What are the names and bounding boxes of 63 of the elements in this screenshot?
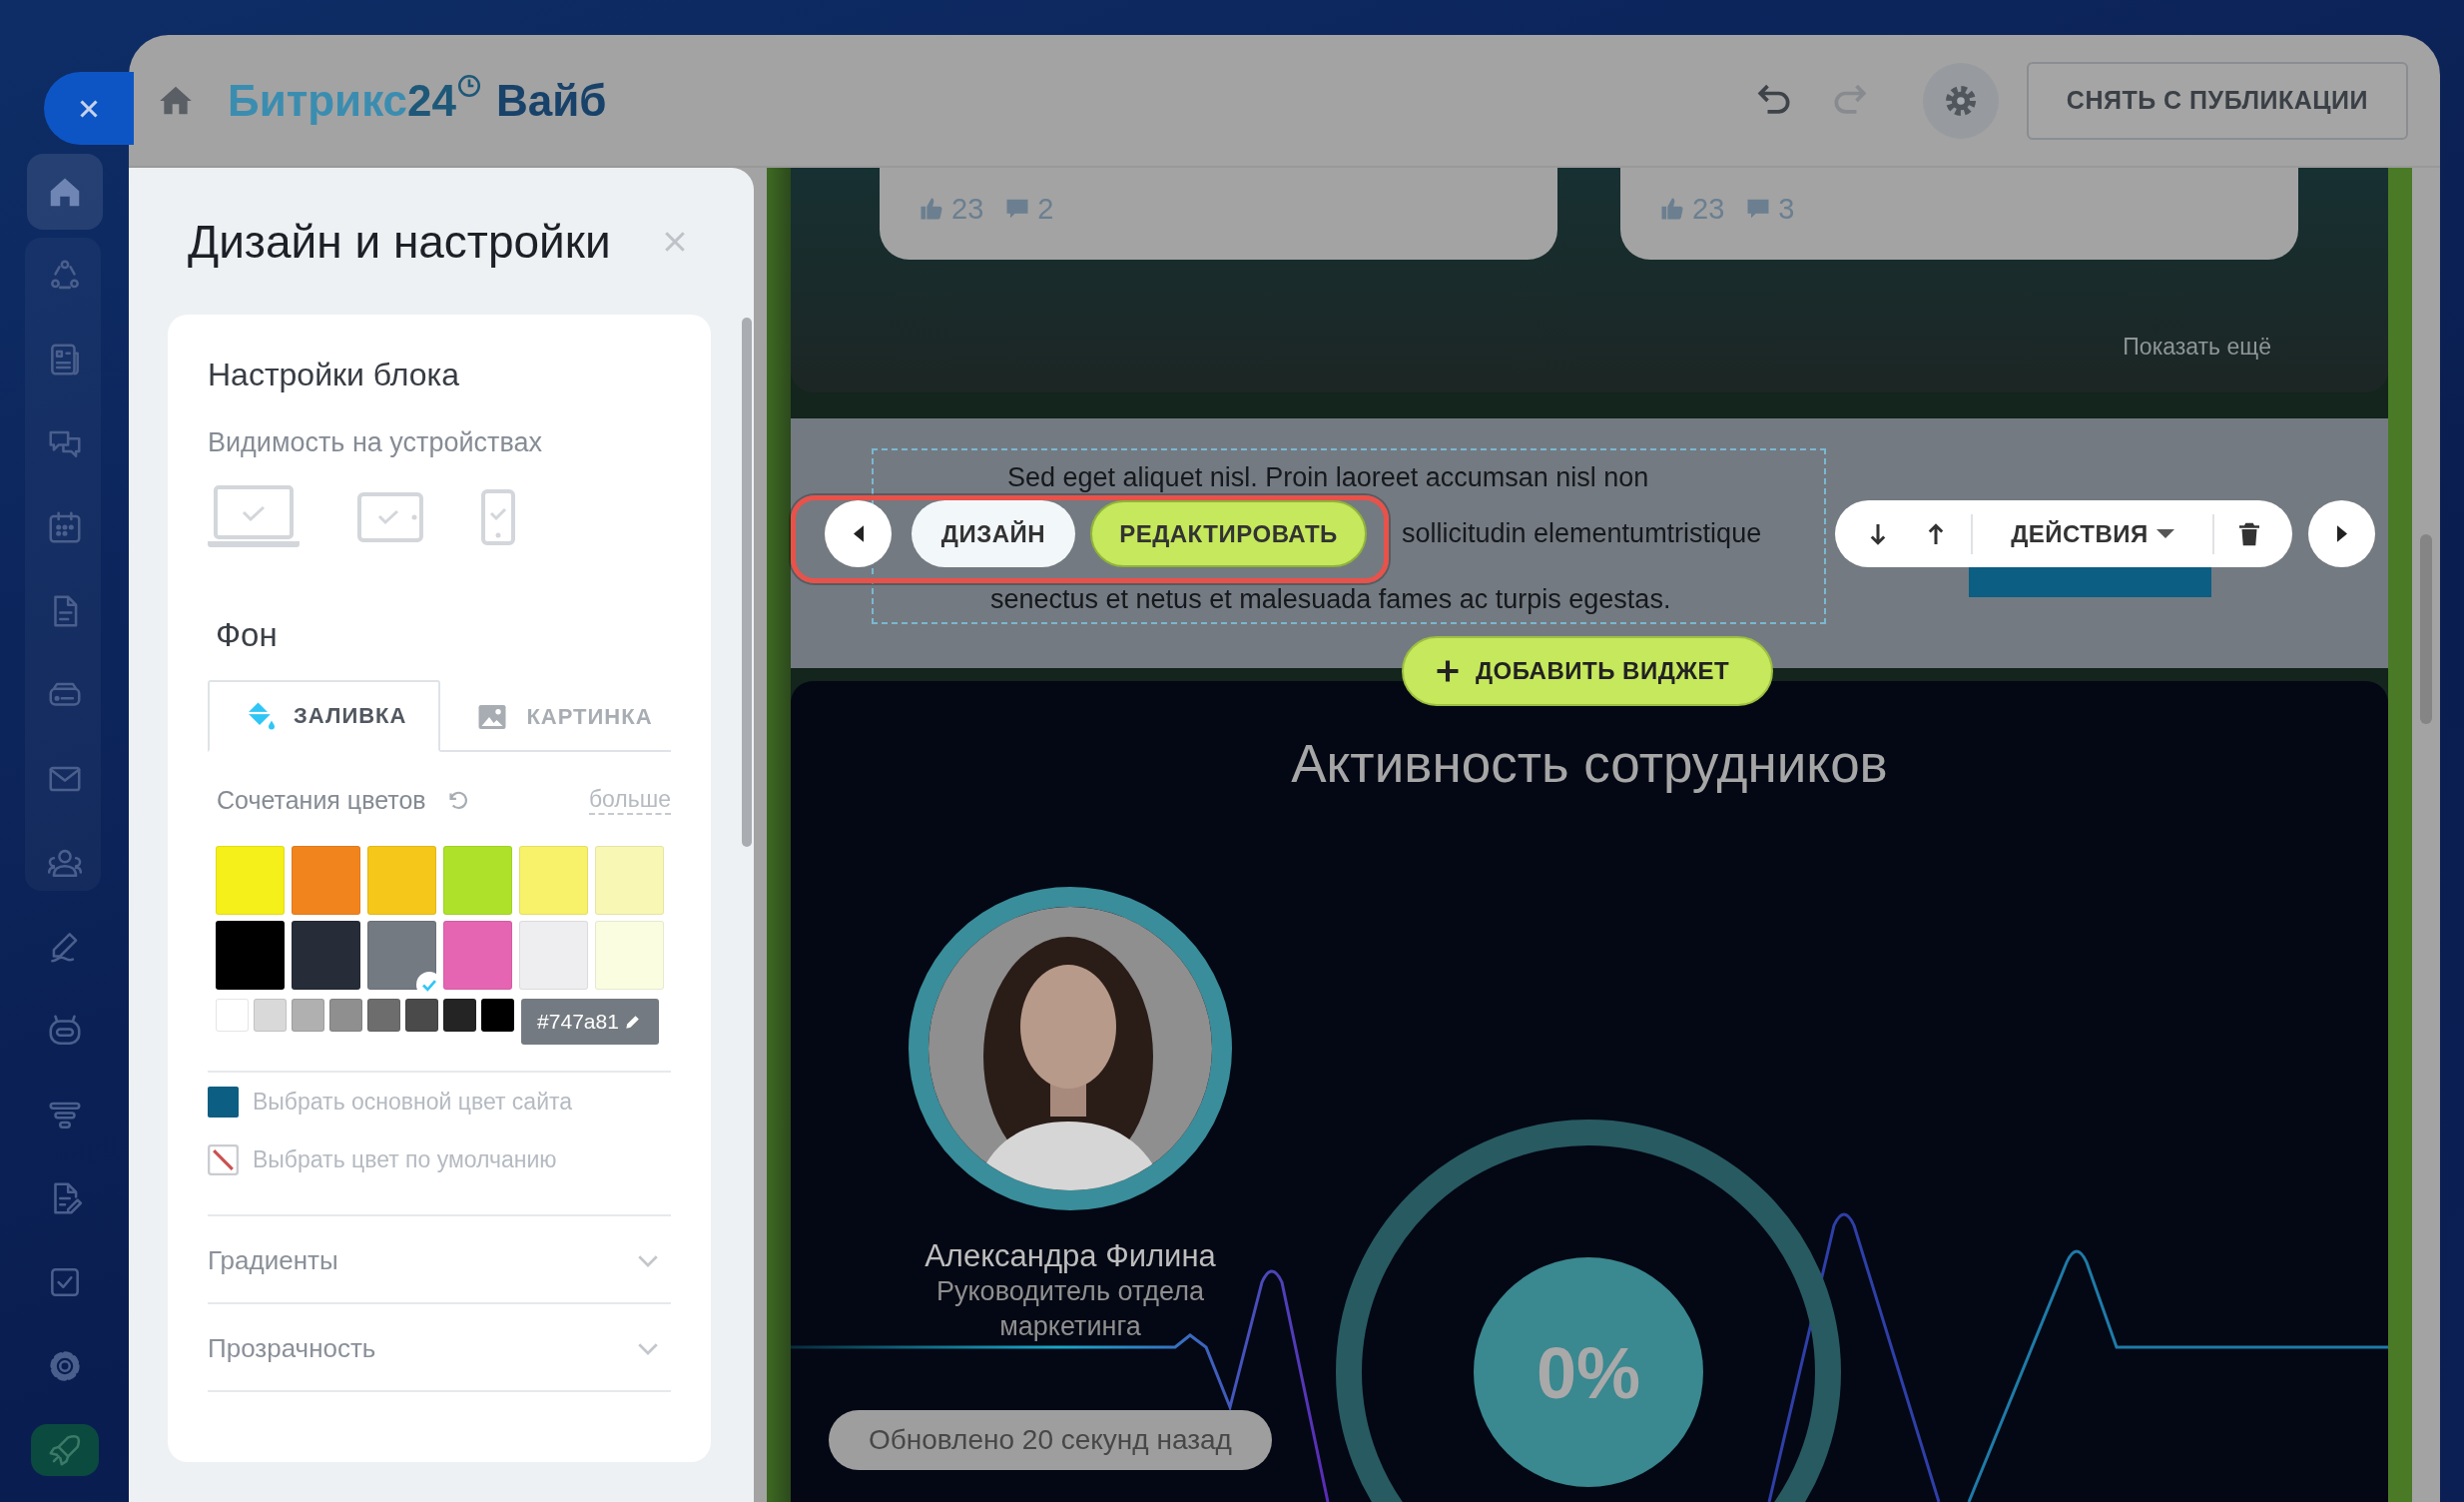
show-more-link[interactable]: Показать ещё: [2123, 334, 2271, 361]
design-button[interactable]: ДИЗАЙН: [912, 500, 1075, 567]
unpublish-button[interactable]: СНЯТЬ С ПУБЛИКАЦИИ: [2026, 61, 2408, 140]
color-swatch[interactable]: [254, 999, 287, 1032]
paragraph-line: Sed eget aliquet nisl. Proin laoreet accumsan nisl non: [1007, 462, 1649, 493]
sidebar-item[interactable]: [26, 154, 103, 230]
scrollbar[interactable]: [2420, 534, 2432, 724]
accordion-header[interactable]: Прозрачность: [208, 1318, 671, 1378]
paragraph-line: sollicitudin elementumtristique: [1402, 518, 1762, 549]
color-swatch[interactable]: [443, 999, 476, 1032]
person-name: Александра Филина: [924, 1238, 1216, 1274]
color-swatch[interactable]: [216, 999, 249, 1032]
logo-text: Битрикс24: [228, 75, 456, 126]
actions-dropdown[interactable]: ДЕЙСТВИЯ: [1979, 504, 2206, 563]
caret-left-icon: [853, 525, 864, 542]
phone-icon[interactable]: [481, 489, 515, 545]
section-title: Активность сотрудников: [1290, 733, 1889, 794]
color-swatch[interactable]: [208, 1086, 239, 1118]
visibility-label: Видимость на устройствах: [208, 427, 543, 458]
update-status: Обновлено 20 секунд назад: [829, 1410, 1272, 1470]
color-swatch[interactable]: [443, 921, 512, 990]
tab[interactable]: ЗАЛИВКА: [208, 680, 441, 752]
color-swatch[interactable]: [216, 921, 285, 990]
color-swatch[interactable]: [367, 999, 400, 1032]
scrollbar[interactable]: [742, 318, 752, 847]
color-swatch[interactable]: [443, 846, 512, 915]
progress-value: 0%: [1535, 1332, 1642, 1414]
tablet-icon[interactable]: [357, 492, 423, 542]
comments-count: 2: [1037, 192, 1054, 226]
color-swatch[interactable]: [292, 999, 324, 1032]
sidebar-item[interactable]: [30, 1424, 99, 1476]
section-title: Фон: [216, 616, 279, 654]
color-swatch[interactable]: [595, 846, 664, 915]
color-swatch[interactable]: [367, 846, 436, 915]
color-swatch[interactable]: [292, 921, 360, 990]
color-swatch[interactable]: [519, 846, 588, 915]
add-widget-button[interactable]: ДОБАВИТЬ ВИДЖЕТ: [1402, 636, 1774, 706]
color-swatch[interactable]: [519, 921, 588, 990]
color-swatch[interactable]: [595, 921, 664, 990]
accordion-header[interactable]: Градиенты: [208, 1230, 671, 1290]
person-role: Руководитель отдела маркетинга: [935, 1275, 1205, 1343]
color-swatch[interactable]: [405, 999, 438, 1032]
color-swatch[interactable]: [292, 846, 360, 915]
likes-count: 23: [1692, 192, 1725, 226]
product-name: Вайб: [496, 75, 607, 126]
section-title: Настройки блока: [208, 357, 460, 393]
likes-count: 23: [951, 192, 984, 226]
tab[interactable]: КАРТИНКА: [440, 680, 687, 752]
clock-icon: [456, 73, 482, 99]
paragraph-line: senectus et netus et malesuada fames ac turpis egestas.: [990, 584, 1671, 615]
palette-label: Сочетания цветов: [217, 785, 426, 815]
caret-right-icon: [2336, 525, 2347, 542]
color-swatch[interactable]: [481, 999, 514, 1032]
color-swatch[interactable]: [329, 999, 362, 1032]
color-value-field[interactable]: #747a81: [521, 999, 659, 1045]
color-swatch[interactable]: [216, 846, 285, 915]
no-color-icon[interactable]: [208, 1143, 239, 1175]
close-button[interactable]: [44, 72, 134, 145]
caret-down-icon: [2156, 529, 2174, 538]
panel-title: Дизайн и настройки: [188, 214, 612, 269]
laptop-icon[interactable]: [208, 485, 300, 548]
comments-count: 3: [1778, 192, 1795, 226]
edit-button[interactable]: РЕДАКТИРОВАТЬ: [1090, 500, 1367, 567]
